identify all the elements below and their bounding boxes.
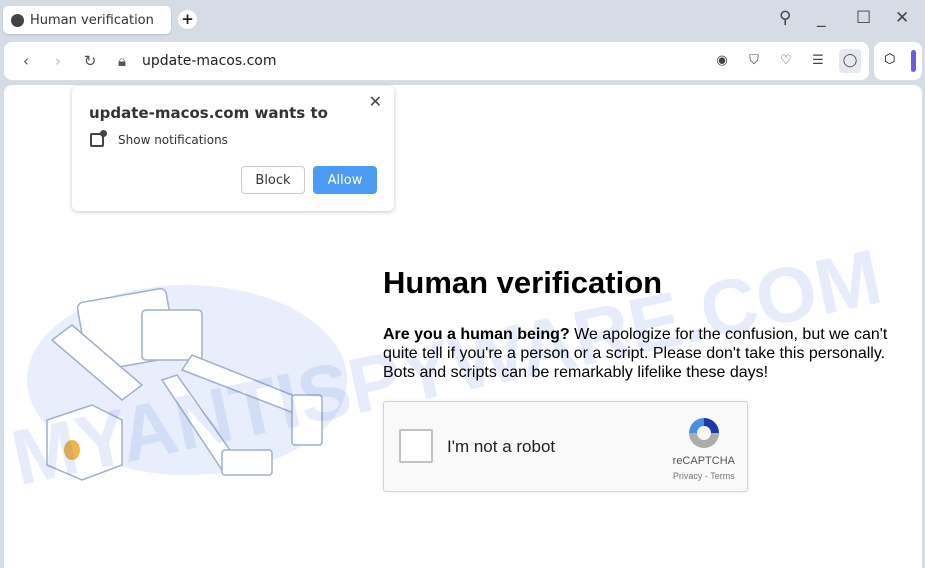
robot-illustration	[27, 285, 347, 481]
new-tab-button[interactable]: +	[178, 10, 197, 29]
forward-button[interactable]: ›	[48, 52, 68, 70]
page-title: Human verification	[383, 265, 663, 300]
verification-description: Are you a human being? We apologize for …	[383, 325, 903, 382]
address-bar[interactable]: ‹ › ↻ 🔒︎ update-macos.com ◉ ⛉ ♡ ☰ ◯	[4, 42, 869, 80]
profile-icon[interactable]: ◯	[839, 49, 861, 73]
tab-human-verification[interactable]: Human verification	[3, 6, 171, 34]
recaptcha-label: I'm not a robot	[447, 437, 556, 456]
popup-title: update-macos.com wants to	[89, 104, 328, 122]
camera-icon[interactable]: ◉	[711, 49, 733, 73]
close-icon[interactable]: ✕	[369, 92, 382, 111]
block-button[interactable]: Block	[241, 166, 305, 194]
lock-icon[interactable]: 🔒︎	[112, 52, 132, 70]
allow-button[interactable]: Allow	[313, 166, 377, 194]
shield-icon[interactable]: ⛉	[743, 49, 765, 73]
back-button[interactable]: ‹	[16, 52, 36, 70]
privacy-terms-links[interactable]: Privacy - Terms	[673, 471, 735, 481]
question-text: Are you a human being?	[383, 326, 570, 343]
notification-icon	[90, 130, 107, 147]
reload-button[interactable]: ↻	[80, 52, 100, 70]
minimize-button[interactable]: _	[817, 8, 826, 28]
cube-icon[interactable]: ⬡	[884, 52, 895, 67]
globe-icon	[11, 13, 24, 27]
permission-text: Show notifications	[118, 133, 228, 147]
tab-title: Human verification	[30, 12, 154, 28]
recaptcha-checkbox[interactable]	[399, 429, 433, 463]
search-tabs-icon[interactable]: ⚲	[779, 8, 791, 28]
recaptcha-brand: reCAPTCHA	[672, 455, 735, 467]
settings-sliders-icon[interactable]: ☰	[807, 49, 829, 73]
maximize-button[interactable]: ☐	[856, 8, 871, 28]
recaptcha-branding: reCAPTCHA Privacy - Terms	[673, 414, 735, 481]
recaptcha-logo-icon	[688, 418, 719, 448]
extensions-area: ⬡	[874, 42, 922, 80]
notification-permission-popup: update-macos.com wants to ✕ Show notific…	[72, 86, 394, 211]
sidebar-indicator[interactable]	[911, 50, 916, 72]
url-text[interactable]: update-macos.com	[142, 53, 277, 69]
close-window-button[interactable]: ✕	[895, 8, 909, 28]
heart-icon[interactable]: ♡	[775, 49, 797, 73]
recaptcha-widget: I'm not a robot reCAPTCHA Privacy - Term…	[383, 401, 748, 492]
